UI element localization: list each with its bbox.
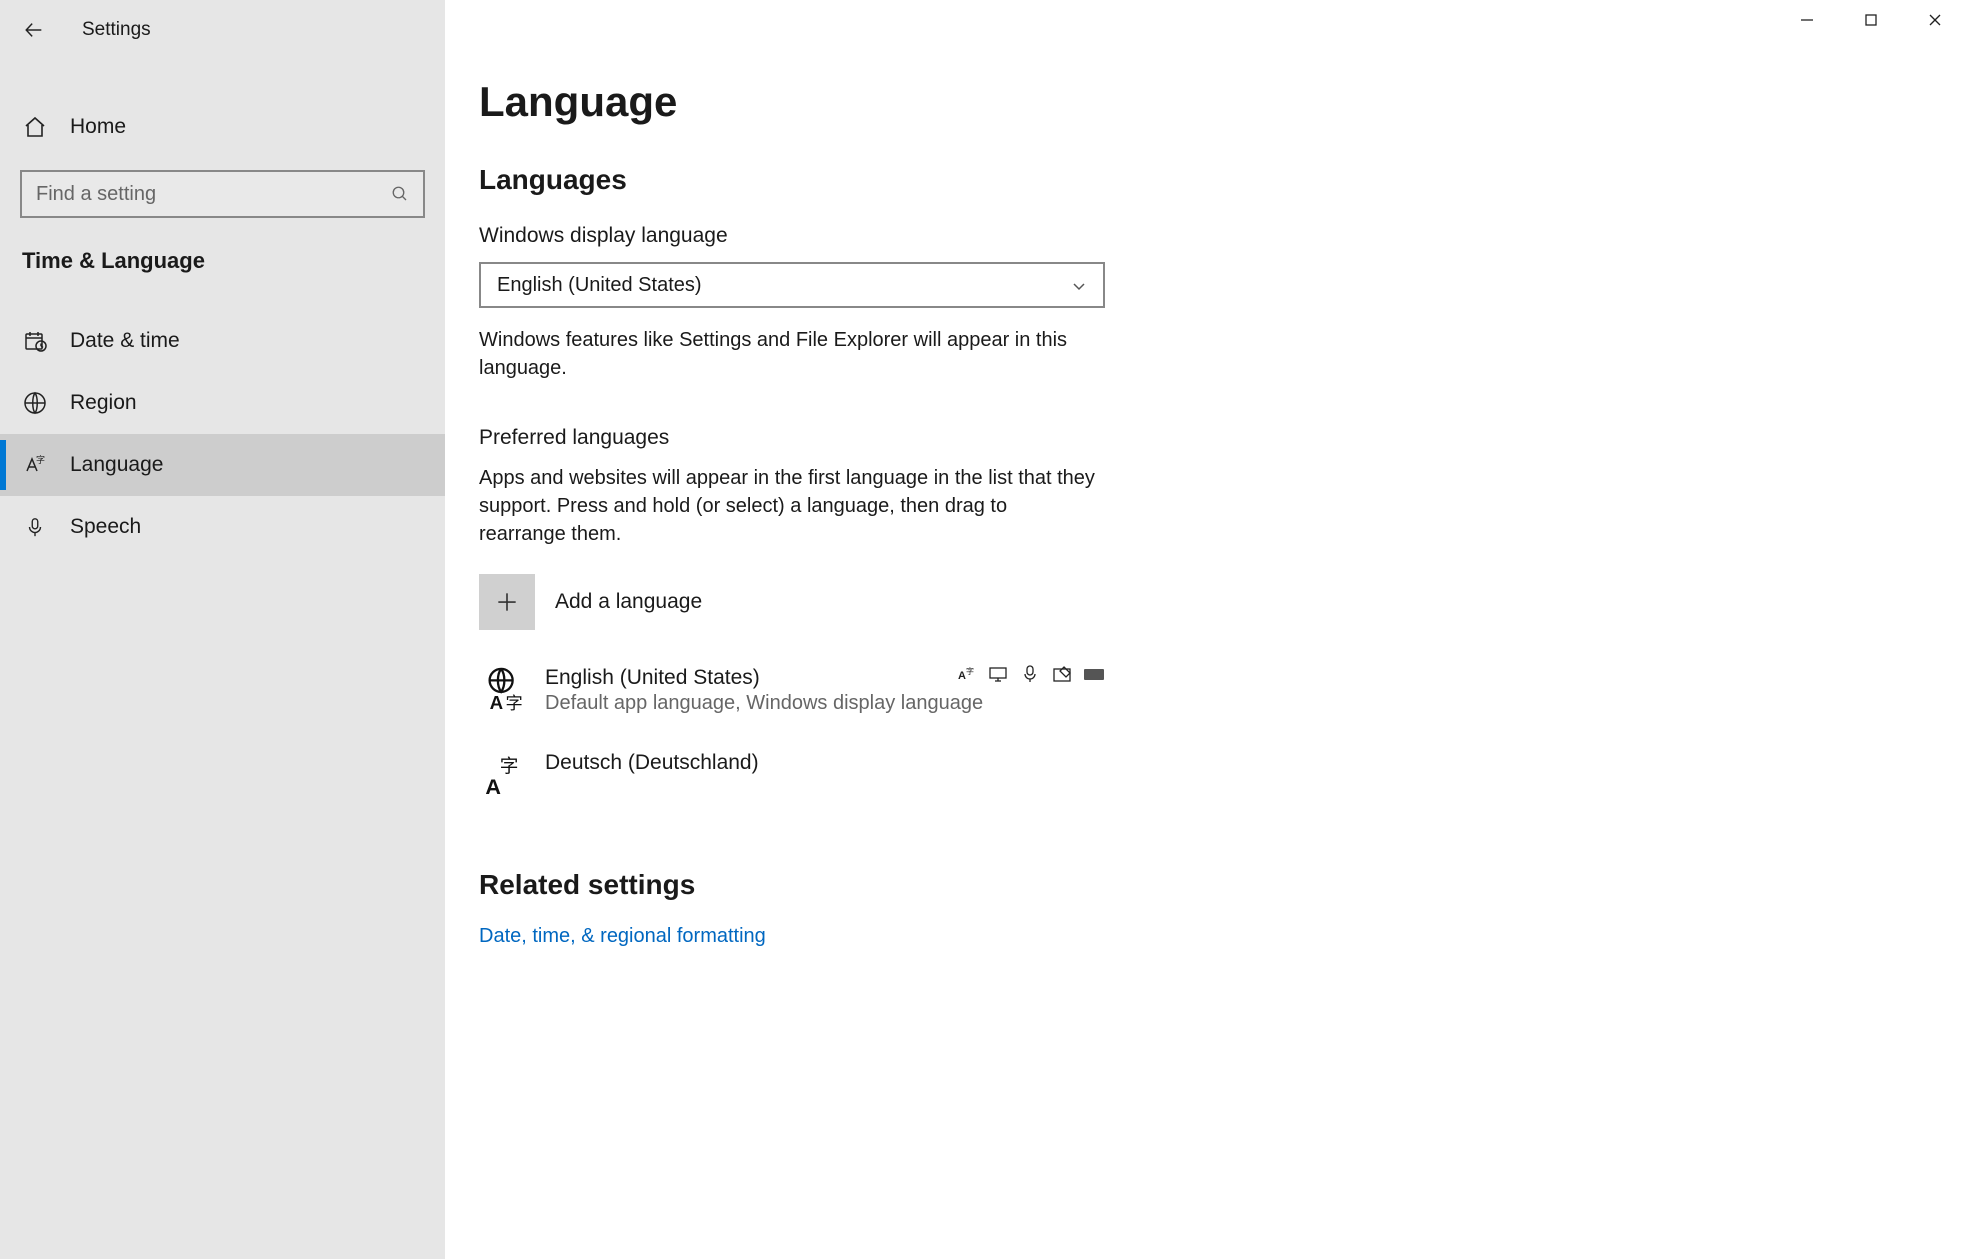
svg-text:A: A: [490, 692, 503, 712]
languages-heading: Languages: [479, 164, 1109, 196]
search-input[interactable]: [36, 183, 372, 206]
language-item-en-us[interactable]: A 字 English (United States) Default app …: [479, 664, 1105, 715]
globe-icon: [22, 390, 48, 416]
maximize-icon: [1863, 12, 1879, 28]
home-label: Home: [70, 115, 126, 139]
cap-handwriting-icon: [1051, 664, 1073, 684]
svg-text:字: 字: [505, 693, 522, 712]
cap-display-icon: A 字: [955, 664, 977, 684]
sidebar-item-label: Speech: [70, 515, 141, 539]
calendar-clock-icon: [22, 328, 48, 354]
arrow-left-icon: [23, 19, 45, 41]
sidebar-nav: Date & time Region 字: [0, 310, 445, 558]
svg-text:A: A: [958, 670, 966, 682]
search-box[interactable]: [20, 170, 425, 218]
window-controls: [1775, 0, 1967, 40]
display-language-value: English (United States): [497, 274, 702, 297]
search-icon: [391, 185, 409, 203]
back-button[interactable]: [22, 18, 46, 42]
language-subtitle: Default app language, Windows display la…: [545, 692, 1105, 715]
cap-voice-icon: [1019, 664, 1041, 684]
related-link[interactable]: Date, time, & regional formatting: [479, 925, 1109, 948]
svg-text:字: 字: [36, 454, 45, 465]
app-title: Settings: [82, 19, 151, 41]
sidebar-item-label: Date & time: [70, 329, 180, 353]
svg-text:A: A: [485, 774, 501, 797]
home-icon: [22, 114, 48, 140]
sidebar-item-region[interactable]: Region: [0, 372, 445, 434]
sidebar-item-label: Region: [70, 391, 137, 415]
chevron-down-icon: [1071, 277, 1087, 293]
language-letters-icon: 字 A: [479, 749, 529, 799]
sidebar-item-label: Language: [70, 453, 163, 477]
display-language-label: Windows display language: [479, 224, 1109, 248]
settings-window: Settings Home Time: [0, 0, 1967, 1259]
preferred-languages-section: Preferred languages Apps and websites wi…: [479, 426, 1109, 799]
display-language-dropdown[interactable]: English (United States): [479, 262, 1105, 308]
language-icon: 字: [22, 452, 48, 478]
search-wrap: [20, 170, 425, 218]
sidebar-item-date-time[interactable]: Date & time: [0, 310, 445, 372]
preferred-desc: Apps and websites will appear in the fir…: [479, 464, 1099, 548]
microphone-icon: [22, 514, 48, 540]
related-settings-heading: Related settings: [479, 869, 1109, 901]
close-icon: [1927, 12, 1943, 28]
sidebar-item-speech[interactable]: Speech: [0, 496, 445, 558]
svg-text:字: 字: [500, 756, 519, 777]
maximize-button[interactable]: [1839, 0, 1903, 40]
cap-keyboard-icon: [1083, 664, 1105, 684]
language-name: Deutsch (Deutschland): [545, 751, 1105, 775]
cap-desktop-icon: [987, 664, 1009, 684]
sidebar-home[interactable]: Home: [0, 100, 445, 154]
minimize-icon: [1799, 12, 1815, 28]
svg-text:字: 字: [966, 666, 974, 676]
close-button[interactable]: [1903, 0, 1967, 40]
page-title: Language: [479, 78, 1927, 126]
language-item-de-de[interactable]: 字 A Deutsch (Deutschland): [479, 749, 1105, 799]
sidebar-header: Settings: [0, 8, 445, 52]
add-language-label: Add a language: [555, 590, 702, 614]
plus-icon: [479, 574, 535, 630]
main-content: Language Languages Windows display langu…: [445, 0, 1967, 1259]
add-language-button[interactable]: Add a language: [479, 574, 1109, 630]
sidebar: Settings Home Time: [0, 0, 445, 1259]
display-language-desc: Windows features like Settings and File …: [479, 326, 1099, 382]
preferred-heading: Preferred languages: [479, 426, 1109, 450]
language-capabilities: A 字: [955, 664, 1105, 684]
content: Languages Windows display language Engli…: [479, 164, 1109, 948]
language-text: Deutsch (Deutschland): [545, 749, 1105, 777]
sidebar-category: Time & Language: [0, 218, 445, 282]
minimize-button[interactable]: [1775, 0, 1839, 40]
language-globe-icon: A 字: [479, 664, 529, 714]
sidebar-item-language[interactable]: 字 Language: [0, 434, 445, 496]
